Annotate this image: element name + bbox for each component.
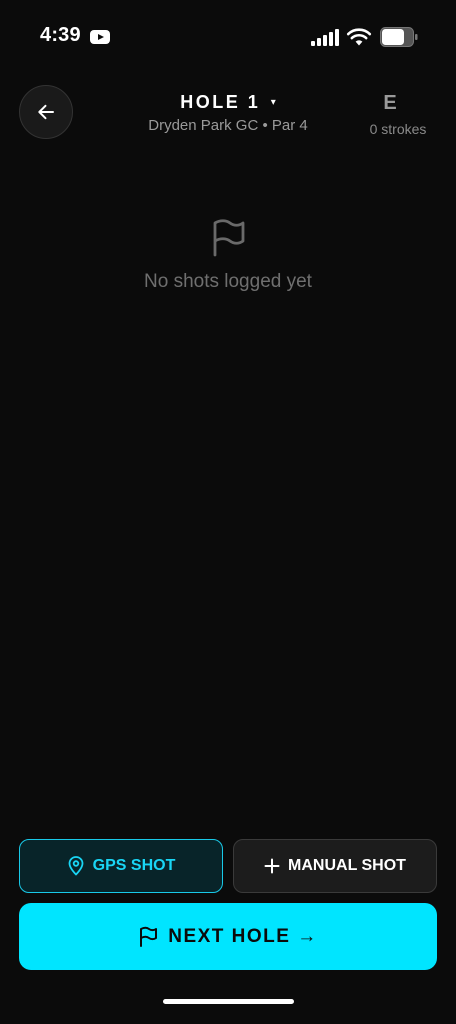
signal-icon [311, 29, 341, 46]
manual-shot-label: MANUAL SHOT [288, 857, 406, 874]
gps-shot-button[interactable]: GPS SHOT [19, 839, 223, 893]
gps-shot-label: GPS SHOT [92, 857, 176, 874]
next-hole-button[interactable]: NEXT HOLE → [19, 903, 437, 970]
plus-icon [264, 858, 280, 874]
youtube-icon [90, 30, 110, 44]
chevron-down-icon: ▾ [270, 97, 276, 108]
status-bar: 4:39 [0, 0, 456, 72]
hole-screen: 4:39 HOLE 1 ▾ Dryden Park GC • Par 4 E 0… [0, 0, 456, 1024]
location-pin-icon [68, 856, 84, 876]
flag-icon [140, 926, 158, 947]
empty-state-message: No shots logged yet [144, 271, 312, 292]
manual-shot-button[interactable]: MANUAL SHOT [233, 839, 437, 893]
battery-icon [380, 27, 418, 47]
wifi-icon [346, 28, 372, 46]
home-indicator[interactable] [163, 999, 294, 1004]
status-time: 4:39 [40, 24, 81, 46]
next-hole-label: NEXT HOLE → [168, 925, 318, 947]
flag-icon [213, 219, 245, 257]
stroke-count: 0 strokes [369, 121, 427, 137]
hole-title: HOLE 1 [180, 92, 261, 112]
score-to-par: E [383, 92, 397, 114]
